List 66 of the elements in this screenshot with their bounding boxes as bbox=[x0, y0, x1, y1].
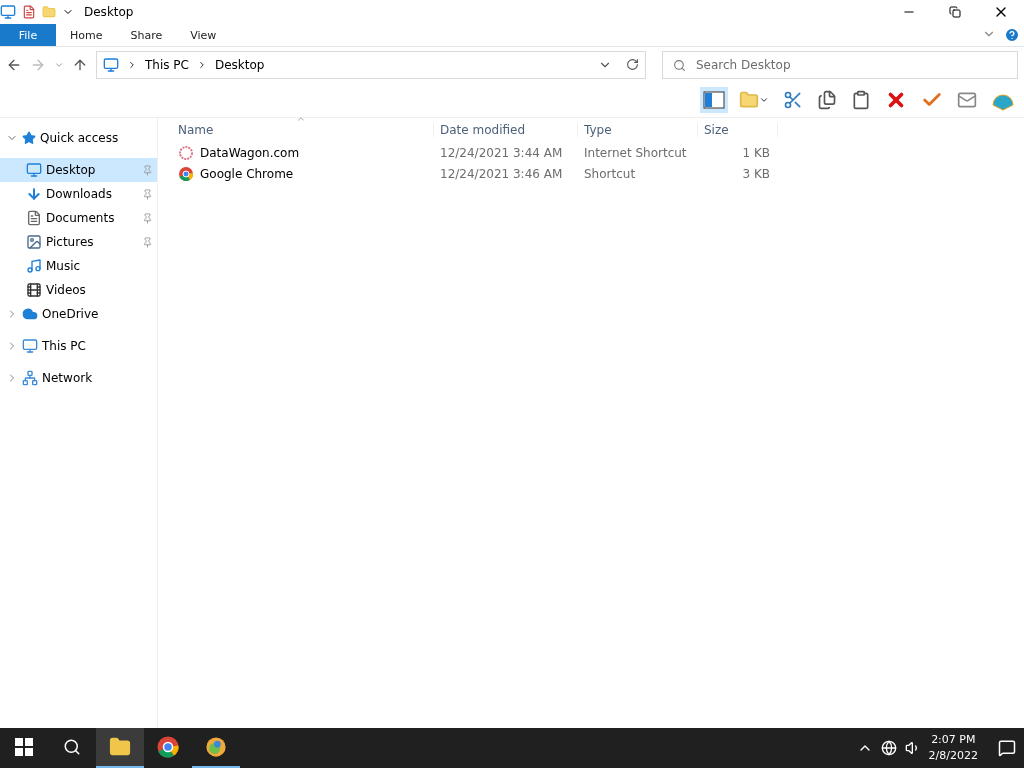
sidebar-item[interactable]: OneDrive bbox=[0, 302, 157, 326]
table-cell-text: 12/24/2021 3:44 AM bbox=[439, 145, 564, 160]
globe-icon[interactable] bbox=[880, 740, 897, 756]
picture-icon bbox=[26, 234, 42, 250]
monitor-icon bbox=[103, 57, 119, 73]
table-cell-text: 3 KB bbox=[741, 166, 771, 181]
ribbon-tab[interactable]: Home bbox=[56, 24, 117, 46]
table-cell-text: 1 KB bbox=[741, 145, 771, 160]
film-icon bbox=[26, 282, 42, 298]
caret-icon bbox=[759, 95, 769, 105]
network-icon bbox=[22, 370, 38, 386]
windows-logo bbox=[15, 738, 33, 756]
column-header[interactable]: Date modified bbox=[434, 123, 578, 137]
separator-icon bbox=[127, 60, 137, 70]
monitor-icon bbox=[26, 162, 42, 178]
breadcrumb[interactable]: This PC bbox=[145, 58, 189, 72]
window-title: Desktop bbox=[84, 5, 134, 19]
sidebar-item[interactable]: Music bbox=[0, 254, 157, 278]
navigation-pane-button[interactable] bbox=[700, 87, 728, 113]
help-icon[interactable] bbox=[1004, 27, 1020, 43]
ribbon-tab[interactable]: Share bbox=[116, 24, 177, 46]
search-icon bbox=[63, 738, 81, 756]
up-icon[interactable] bbox=[72, 57, 88, 73]
document-icon bbox=[26, 210, 42, 226]
file-name: Google Chrome bbox=[200, 166, 294, 181]
table-cell-text: Shortcut bbox=[583, 166, 637, 181]
sidebar-item[interactable]: Desktop bbox=[0, 158, 157, 182]
monitor-icon[interactable] bbox=[0, 4, 16, 20]
music-note-icon bbox=[26, 258, 42, 274]
sidebar-item[interactable]: Quick access bbox=[0, 126, 157, 150]
sort-ascending-icon bbox=[296, 114, 306, 124]
back-icon[interactable] bbox=[6, 57, 22, 73]
sidebar-item[interactable]: Videos bbox=[0, 278, 157, 302]
search-icon bbox=[673, 58, 686, 72]
file-row[interactable]: Google Chrome 12/24/2021 3:46 AM Shortcut 3 KB bbox=[172, 163, 1024, 184]
table-cell-text: Internet Shortcut bbox=[583, 145, 688, 160]
clock-time: 2:07 PM bbox=[931, 732, 976, 748]
taskbar-app[interactable] bbox=[96, 728, 144, 768]
file-row[interactable]: DataWagon.com 12/24/2021 3:44 AM Internet Shortcut 1 KB bbox=[172, 142, 1024, 163]
folder-icon bbox=[109, 736, 131, 758]
file-name: DataWagon.com bbox=[200, 145, 300, 160]
clock[interactable]: 2:07 PM 2/8/2022 bbox=[928, 732, 978, 764]
sidebar-item[interactable]: Pictures bbox=[0, 230, 157, 254]
star-icon bbox=[22, 131, 36, 145]
address-bar[interactable]: This PC Desktop bbox=[96, 51, 646, 79]
globe-icon bbox=[205, 736, 227, 758]
refresh-icon[interactable] bbox=[626, 58, 639, 71]
chrome-icon bbox=[156, 735, 180, 759]
table-cell-text: 12/24/2021 3:46 AM bbox=[439, 166, 564, 181]
sidebar-item[interactable]: Network bbox=[0, 366, 157, 390]
column-header[interactable]: Size bbox=[698, 123, 778, 137]
folder-icon bbox=[739, 90, 759, 110]
clock-date: 2/8/2022 bbox=[928, 748, 978, 764]
notification-icon[interactable] bbox=[998, 739, 1016, 757]
restore-icon bbox=[949, 6, 961, 18]
chrome-icon bbox=[178, 165, 194, 182]
sidebar-item[interactable]: Documents bbox=[0, 206, 157, 230]
search-field[interactable]: Search Desktop bbox=[662, 51, 1018, 79]
sidebar-item[interactable]: Downloads bbox=[0, 182, 157, 206]
column-header[interactable]: Type bbox=[578, 123, 698, 137]
sidebar-item[interactable]: This PC bbox=[0, 334, 157, 358]
monitor-icon bbox=[22, 338, 38, 354]
cloud-icon bbox=[22, 306, 38, 322]
column-header[interactable]: Name bbox=[172, 123, 434, 137]
ribbon-tab[interactable]: View bbox=[176, 24, 231, 46]
breadcrumb[interactable]: Desktop bbox=[214, 58, 265, 72]
